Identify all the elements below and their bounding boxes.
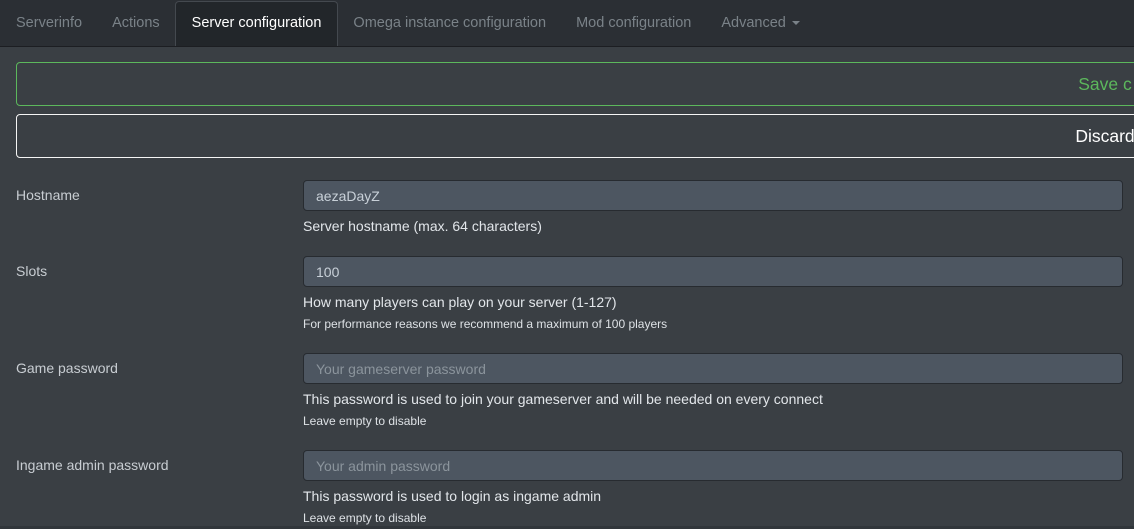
- slots-label: Slots: [16, 256, 303, 331]
- tab-server-configuration[interactable]: Server configuration: [175, 1, 339, 46]
- slots-note: For performance reasons we recommend a m…: [303, 317, 1123, 331]
- hostname-label: Hostname: [16, 180, 303, 234]
- slots-input[interactable]: [303, 256, 1123, 287]
- hostname-help: Server hostname (max. 64 characters): [303, 218, 1123, 234]
- form-row-admin-password: Ingame admin password This password is u…: [0, 450, 1134, 525]
- form-row-slots: Slots How many players can play on your …: [0, 256, 1134, 331]
- game-password-input[interactable]: [303, 353, 1123, 384]
- server-configuration-form: Hostname Server hostname (max. 64 charac…: [0, 180, 1134, 525]
- action-buttons: Save c Discard: [0, 47, 1134, 158]
- form-row-hostname: Hostname Server hostname (max. 64 charac…: [0, 180, 1134, 234]
- admin-password-controls: This password is used to login as ingame…: [303, 450, 1123, 525]
- game-password-note: Leave empty to disable: [303, 414, 1123, 428]
- tab-actions[interactable]: Actions: [97, 1, 175, 46]
- admin-password-input[interactable]: [303, 450, 1123, 481]
- tab-advanced-label: Advanced: [721, 15, 786, 31]
- slots-help: How many players can play on your server…: [303, 294, 1123, 310]
- hostname-input[interactable]: [303, 180, 1123, 211]
- discard-button[interactable]: Discard: [16, 114, 1134, 158]
- chevron-down-icon: [792, 21, 800, 25]
- tab-advanced[interactable]: Advanced: [706, 1, 815, 46]
- hostname-controls: Server hostname (max. 64 characters): [303, 180, 1123, 234]
- tab-bar: Serverinfo Actions Server configuration …: [0, 0, 1134, 47]
- admin-password-label: Ingame admin password: [16, 450, 303, 525]
- form-row-game-password: Game password This password is used to j…: [0, 353, 1134, 428]
- game-password-help: This password is used to join your games…: [303, 391, 1123, 407]
- tab-omega-instance-configuration[interactable]: Omega instance configuration: [338, 1, 561, 46]
- admin-password-note: Leave empty to disable: [303, 511, 1123, 525]
- game-password-controls: This password is used to join your games…: [303, 353, 1123, 428]
- game-password-label: Game password: [16, 353, 303, 428]
- save-button[interactable]: Save c: [16, 62, 1134, 106]
- tab-serverinfo[interactable]: Serverinfo: [1, 1, 97, 46]
- slots-controls: How many players can play on your server…: [303, 256, 1123, 331]
- admin-password-help: This password is used to login as ingame…: [303, 488, 1123, 504]
- tab-mod-configuration[interactable]: Mod configuration: [561, 1, 706, 46]
